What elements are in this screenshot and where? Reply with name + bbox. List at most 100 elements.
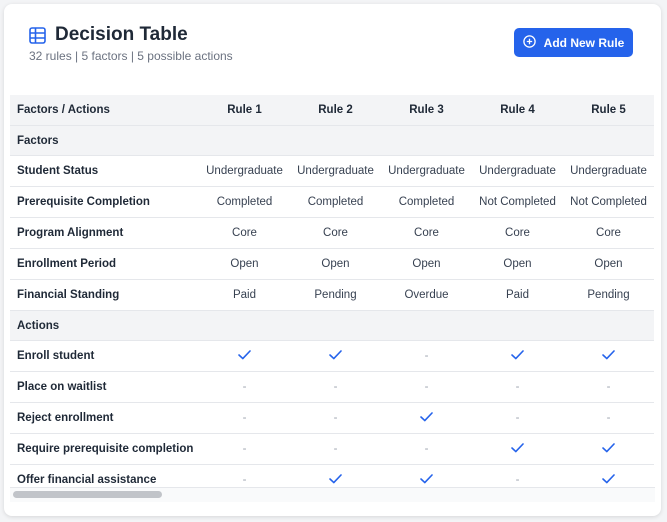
factor-value-cell[interactable]: Core xyxy=(381,217,472,249)
factor-value-cell[interactable]: Open xyxy=(290,248,381,280)
check-icon xyxy=(329,349,342,363)
action-cell-empty[interactable]: - xyxy=(381,433,472,465)
factor-value-cell[interactable]: Paid xyxy=(472,279,563,311)
table-summary: 32 rules | 5 factors | 5 possible action… xyxy=(29,49,233,63)
factor-value-cell[interactable]: Undergraduate xyxy=(290,155,381,187)
factor-value-cell[interactable]: Core xyxy=(199,217,290,249)
decision-table: Factors / Actions Rule 1 Rule 2 Rule 3 Rule… xyxy=(10,95,654,495)
factor-label: Program Alignment xyxy=(10,217,199,249)
factor-row: Student Status Undergraduate Undergraduate… xyxy=(10,155,654,187)
factor-value-cell[interactable]: Undergraduate xyxy=(472,155,563,187)
check-icon xyxy=(511,349,524,363)
factor-value-cell[interactable]: Completed xyxy=(199,186,290,218)
action-cell-checked[interactable] xyxy=(199,340,290,372)
factor-value-cell[interactable]: Undergraduate xyxy=(563,155,654,187)
factor-value-cell[interactable]: Paid xyxy=(199,279,290,311)
check-icon xyxy=(602,473,615,487)
factors-section-header: Factors xyxy=(10,125,654,156)
card-header: Decision Table 32 rules | 5 factors | 5 … xyxy=(4,4,661,96)
factor-value-cell[interactable]: Completed xyxy=(290,186,381,218)
rule-header-4[interactable]: Rule 4 xyxy=(472,95,563,126)
factor-value-cell[interactable]: Undergraduate xyxy=(381,155,472,187)
rule-header-1[interactable]: Rule 1 xyxy=(199,95,290,126)
action-label: Enroll student xyxy=(10,340,199,372)
action-cell-empty[interactable]: - xyxy=(290,371,381,403)
table-header-row: Factors / Actions Rule 1 Rule 2 Rule 3 Rule… xyxy=(10,95,654,126)
action-cell-empty[interactable]: - xyxy=(199,371,290,403)
check-icon xyxy=(511,442,524,456)
section-filler xyxy=(563,125,654,156)
factor-value-cell[interactable]: Open xyxy=(563,248,654,280)
section-filler xyxy=(290,310,381,341)
factor-value-cell[interactable]: Not Completed xyxy=(472,186,563,218)
factor-value-cell[interactable]: Core xyxy=(563,217,654,249)
action-label: Require prerequisite completion xyxy=(10,433,199,465)
decision-table-card: Decision Table 32 rules | 5 factors | 5 … xyxy=(4,4,661,516)
action-cell-empty[interactable]: - xyxy=(563,371,654,403)
factor-value-cell[interactable]: Pending xyxy=(290,279,381,311)
action-row: Place on waitlist - - - - - xyxy=(10,371,654,403)
check-icon xyxy=(420,411,433,425)
add-new-rule-button[interactable]: Add New Rule xyxy=(514,28,633,57)
check-icon xyxy=(238,349,251,363)
action-cell-checked[interactable] xyxy=(290,340,381,372)
rule-header-5[interactable]: Rule 5 xyxy=(563,95,654,126)
actions-section-header-label: Actions xyxy=(10,310,199,341)
action-cell-empty[interactable]: - xyxy=(199,433,290,465)
section-filler xyxy=(472,310,563,341)
section-filler xyxy=(199,125,290,156)
factor-value-cell[interactable]: Open xyxy=(199,248,290,280)
section-filler xyxy=(472,125,563,156)
factor-value-cell[interactable]: Core xyxy=(290,217,381,249)
action-cell-empty[interactable]: - xyxy=(199,402,290,434)
factor-value-cell[interactable]: Completed xyxy=(381,186,472,218)
action-cell-checked[interactable] xyxy=(563,433,654,465)
table-icon xyxy=(29,26,46,44)
table-body: Factors Student Status Undergraduate Underg… xyxy=(10,125,654,495)
factor-value-cell[interactable]: Not Completed xyxy=(563,186,654,218)
check-icon xyxy=(602,442,615,456)
rule-header-2[interactable]: Rule 2 xyxy=(290,95,381,126)
factor-value-cell[interactable]: Pending xyxy=(563,279,654,311)
rule-header-3[interactable]: Rule 3 xyxy=(381,95,472,126)
section-filler xyxy=(563,310,654,341)
factor-value-cell[interactable]: Overdue xyxy=(381,279,472,311)
factor-value-cell[interactable]: Undergraduate xyxy=(199,155,290,187)
factor-row: Prerequisite Completion Completed Complete… xyxy=(10,186,654,218)
action-cell-empty[interactable]: - xyxy=(290,402,381,434)
factor-label: Prerequisite Completion xyxy=(10,186,199,218)
action-cell-checked[interactable] xyxy=(381,402,472,434)
corner-header: Factors / Actions xyxy=(10,95,199,126)
plus-circle-icon xyxy=(522,34,544,51)
factor-value-cell[interactable]: Core xyxy=(472,217,563,249)
action-row: Require prerequisite completion - - - xyxy=(10,433,654,465)
action-cell-checked[interactable] xyxy=(472,340,563,372)
decision-table-scroll-area[interactable]: Factors / Actions Rule 1 Rule 2 Rule 3 Rule… xyxy=(10,95,655,495)
factor-value-cell[interactable]: Open xyxy=(472,248,563,280)
factor-value-cell[interactable]: Open xyxy=(381,248,472,280)
action-row: Reject enrollment - - - - xyxy=(10,402,654,434)
action-cell-empty[interactable]: - xyxy=(472,402,563,434)
action-label: Place on waitlist xyxy=(10,371,199,403)
action-cell-empty[interactable]: - xyxy=(381,371,472,403)
horizontal-scrollbar[interactable] xyxy=(10,487,655,502)
action-cell-checked[interactable] xyxy=(472,433,563,465)
factor-label: Student Status xyxy=(10,155,199,187)
action-cell-checked[interactable] xyxy=(563,340,654,372)
section-filler xyxy=(290,125,381,156)
action-label: Reject enrollment xyxy=(10,402,199,434)
check-icon xyxy=(602,349,615,363)
section-filler xyxy=(199,310,290,341)
factor-row: Program Alignment Core Core Core Core Core xyxy=(10,217,654,249)
factor-label: Enrollment Period xyxy=(10,248,199,280)
scrollbar-thumb[interactable] xyxy=(13,491,162,498)
actions-section-header: Actions xyxy=(10,310,654,341)
action-row: Enroll student - xyxy=(10,340,654,372)
title-row: Decision Table xyxy=(29,24,188,46)
action-cell-empty[interactable]: - xyxy=(563,402,654,434)
action-cell-empty[interactable]: - xyxy=(381,340,472,372)
factor-row: Enrollment Period Open Open Open Open Open xyxy=(10,248,654,280)
action-cell-empty[interactable]: - xyxy=(290,433,381,465)
section-filler xyxy=(381,310,472,341)
action-cell-empty[interactable]: - xyxy=(472,371,563,403)
